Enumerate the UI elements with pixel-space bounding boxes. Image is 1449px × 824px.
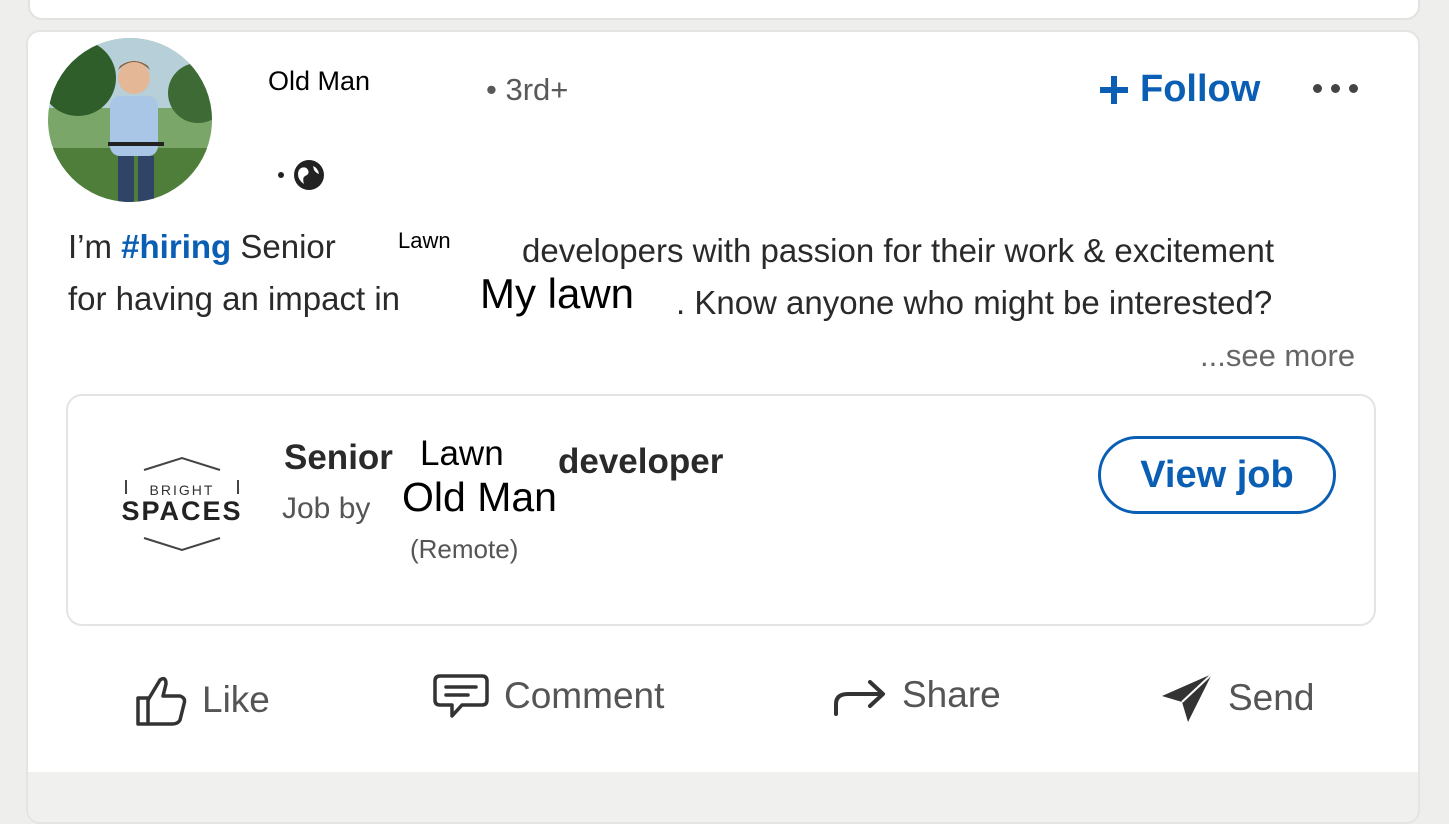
share-arrow-icon bbox=[834, 680, 885, 716]
post-text: Senior bbox=[231, 228, 336, 265]
post-visibility bbox=[278, 158, 326, 192]
job-title-part-2: Lawn bbox=[420, 434, 504, 473]
post-text-line-2: for having an impact in bbox=[68, 280, 401, 317]
comment-label: Comment bbox=[504, 675, 665, 716]
send-label: Send bbox=[1228, 677, 1315, 718]
comment-icon bbox=[433, 674, 489, 718]
like-label: Like bbox=[202, 679, 270, 720]
send-button[interactable]: Send bbox=[1160, 672, 1314, 724]
globe-icon bbox=[294, 160, 324, 190]
inserted-word-lawn: Lawn bbox=[398, 228, 451, 253]
comment-area-strip bbox=[28, 772, 1418, 822]
post-text-line-1-end: developers with passion for their work &… bbox=[522, 232, 1275, 269]
author-avatar[interactable] bbox=[48, 38, 212, 202]
logo-text-bottom: SPACES bbox=[121, 496, 242, 526]
view-job-button[interactable]: View job bbox=[1098, 436, 1336, 514]
more-icon bbox=[1313, 84, 1322, 93]
hashtag-hiring[interactable]: #hiring bbox=[121, 228, 231, 265]
separator-dot bbox=[278, 172, 284, 178]
job-location: (Remote) bbox=[410, 534, 519, 564]
more-options-button[interactable] bbox=[1313, 84, 1358, 93]
share-label: Share bbox=[902, 674, 1001, 715]
follow-label: Follow bbox=[1140, 68, 1261, 110]
job-card[interactable]: BRIGHT SPACES Senior Lawn developer Job … bbox=[66, 394, 1376, 626]
previous-post-card bbox=[28, 0, 1420, 20]
company-logo: BRIGHT SPACES bbox=[121, 456, 242, 552]
feed-post-card: Old Man • 3rd+ Follow I’m #hiring Senior… bbox=[26, 30, 1420, 824]
thumbs-up-icon bbox=[136, 676, 187, 726]
like-button[interactable]: Like bbox=[134, 672, 270, 728]
job-by-label: Job by bbox=[282, 492, 371, 525]
comment-button[interactable]: Comment bbox=[432, 672, 664, 720]
plus-icon bbox=[1100, 75, 1128, 104]
share-button[interactable]: Share bbox=[832, 672, 1001, 718]
see-more-link[interactable]: ...see more bbox=[1200, 338, 1355, 374]
post-text: I’m bbox=[68, 228, 122, 265]
post-text-line-1: I’m #hiring Senior bbox=[68, 228, 336, 266]
job-company: Old Man bbox=[402, 474, 557, 520]
job-title-part-1: Senior bbox=[284, 438, 393, 477]
job-title-part-3: developer bbox=[558, 442, 724, 481]
inserted-phrase-my-lawn: My lawn bbox=[480, 270, 635, 317]
follow-button[interactable]: Follow bbox=[1098, 68, 1260, 111]
connection-degree: • 3rd+ bbox=[486, 72, 569, 107]
author-name[interactable]: Old Man bbox=[268, 66, 370, 97]
post-text-line-2-end: . Know anyone who might be interested? bbox=[676, 284, 1273, 321]
send-icon bbox=[1162, 673, 1213, 722]
